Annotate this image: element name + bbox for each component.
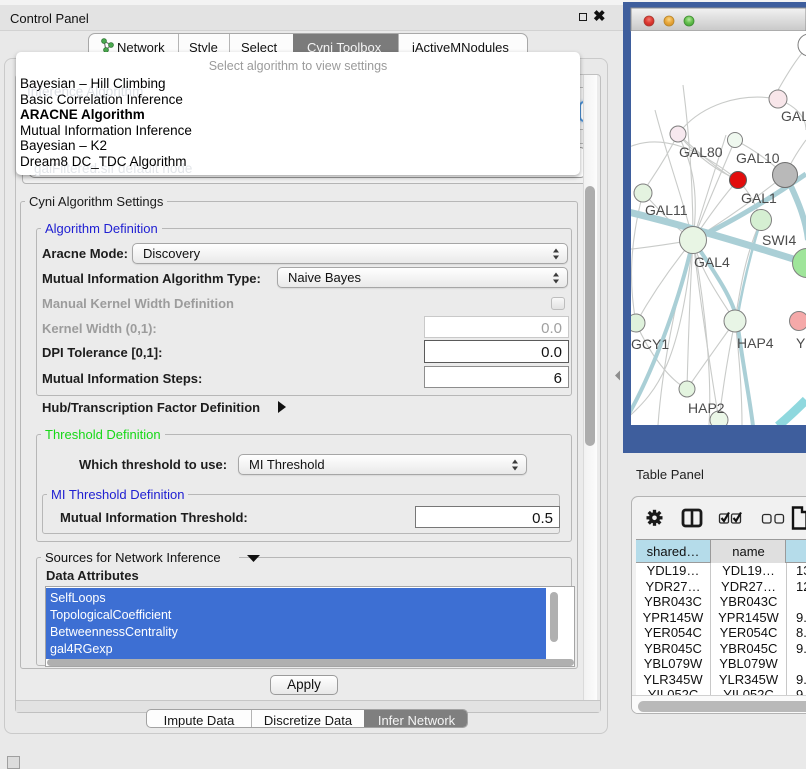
svg-text:Y: Y [796, 335, 806, 351]
svg-text:GAL2: GAL2 [781, 108, 806, 124]
svg-text:GCY1: GCY1 [631, 336, 669, 352]
svg-text:HAP4: HAP4 [737, 335, 774, 351]
svg-text:GAL11: GAL11 [645, 202, 688, 218]
svg-text:HAP2: HAP2 [688, 400, 725, 416]
svg-text:GAL4: GAL4 [694, 254, 730, 270]
svg-text:GAL80: GAL80 [679, 144, 723, 160]
svg-text:GAL10: GAL10 [736, 150, 780, 166]
svg-text:SWI4: SWI4 [762, 232, 796, 248]
svg-text:GAL1: GAL1 [741, 190, 777, 206]
